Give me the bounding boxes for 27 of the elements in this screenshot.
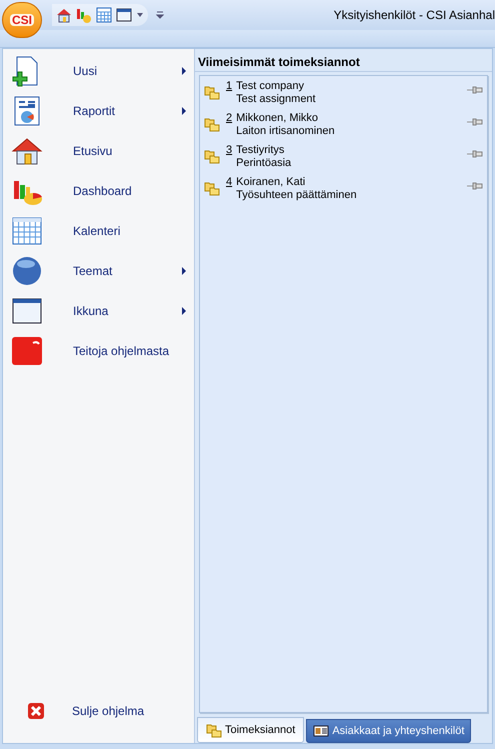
logo-text: CSI (10, 14, 34, 26)
window-title: Yksityishenkilöt - CSI Asianhal (334, 7, 495, 24)
tab[interactable]: Toimeksiannot (197, 717, 304, 743)
item-number: 3 (226, 144, 232, 157)
recent-item-name[interactable]: Test company (236, 80, 467, 93)
menu-item[interactable]: Kalenteri (73, 222, 186, 240)
recent-item-name[interactable]: Koiranen, Kati (236, 176, 467, 189)
tab[interactable]: Asiakkaat ja yhteyshenkilöt (306, 719, 472, 743)
menu-item[interactable]: Teitoja ohjelmasta (73, 342, 186, 360)
menu-item[interactable]: Sulje ohjelma (72, 702, 144, 720)
recent-item-subtitle: Työsuhteen päättäminen (236, 189, 358, 202)
menu-item[interactable]: Etusivu (73, 142, 186, 160)
menu-item[interactable]: Raportit (73, 102, 182, 120)
menu-item[interactable]: Teemat (73, 262, 182, 280)
item-number: 2 (226, 112, 232, 125)
menu-item[interactable]: Uusi (73, 62, 182, 80)
section-title: Viimeisimmät toimeksiannot (195, 49, 492, 72)
recent-item-name[interactable]: Testiyritys (236, 144, 467, 157)
recent-item-name[interactable]: Mikkonen, Mikko (236, 112, 467, 125)
item-number: 1 (226, 80, 232, 93)
recent-item-subtitle: Test assignment (236, 93, 317, 106)
recent-item-subtitle: Perintöasia (236, 157, 292, 170)
item-number: 4 (226, 176, 232, 189)
app-logo-button[interactable]: CSI (2, 2, 42, 38)
menu-item[interactable]: Ikkuna (73, 302, 182, 320)
menu-item[interactable]: Dashboard (73, 182, 186, 200)
recent-item-subtitle: Laiton irtisanominen (236, 125, 336, 138)
